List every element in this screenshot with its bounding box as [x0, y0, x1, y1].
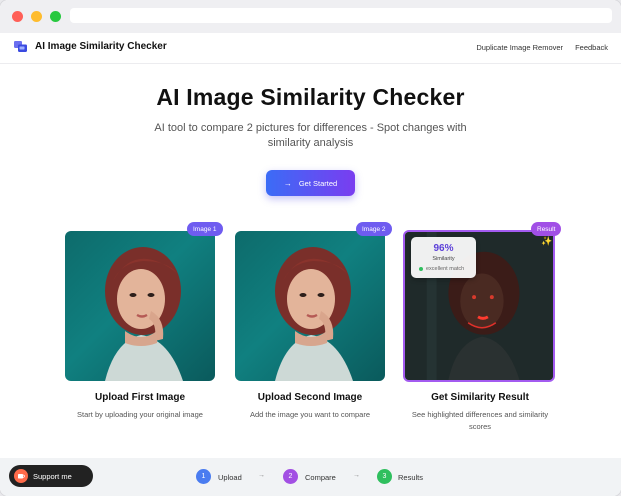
top-nav: AI Image Similarity Checker Duplicate Im… [0, 33, 621, 64]
image-1-badge: Image 1 [187, 222, 223, 236]
address-bar[interactable] [70, 8, 612, 23]
match-status-label: excellent match [426, 266, 465, 272]
card-title-result: Get Similarity Result [431, 392, 529, 403]
support-me-label: Support me [33, 471, 72, 481]
step-2-label: Compare [305, 473, 336, 482]
similarity-label: Similarity [432, 256, 455, 262]
maximize-window-button[interactable] [50, 11, 61, 22]
browser-window: AI Image Similarity Checker Duplicate Im… [0, 0, 621, 496]
arrow-right-icon: → [283, 178, 292, 188]
card-desc-first: Start by uploading your original image [77, 410, 203, 419]
page-subtitle: AI tool to compare 2 pictures for differ… [154, 122, 467, 149]
arrow-right-icon: → [353, 472, 360, 479]
arrow-right-icon: → [258, 472, 265, 479]
upload-first-image-card[interactable] [65, 231, 215, 381]
get-started-button[interactable]: → Get Started [266, 170, 355, 196]
nav-links: Duplicate Image Remover Feedback [476, 43, 608, 52]
minimize-window-button[interactable] [31, 11, 42, 22]
step-2-number: 2 [283, 469, 298, 484]
nav-link-feedback[interactable]: Feedback [575, 43, 608, 52]
portrait-image [275, 247, 353, 381]
green-dot-icon [419, 267, 423, 271]
card-title-first: Upload First Image [94, 392, 185, 403]
browser-chrome [0, 0, 621, 33]
similarity-percent: 96% [433, 243, 454, 254]
page-title: AI Image Similarity Checker [156, 84, 465, 110]
close-window-button[interactable] [12, 11, 23, 22]
get-started-label: Get Started [298, 178, 338, 188]
brand-name: AI Image Similarity Checker [35, 41, 167, 52]
second-image-preview [235, 231, 385, 381]
hero: AI Image Similarity Checker AI tool to c… [0, 84, 621, 151]
step-3-number: 3 [377, 469, 392, 484]
portrait-image [105, 247, 183, 381]
result-badge: Result [531, 222, 562, 236]
compare-images-icon [14, 41, 27, 52]
step-3-label: Results [398, 473, 424, 482]
upload-second-image-card[interactable] [235, 231, 385, 381]
card-desc-second: Add the image you want to compare [249, 410, 371, 419]
support-me-button[interactable]: Support me [9, 465, 93, 487]
brand[interactable]: AI Image Similarity Checker [14, 41, 167, 52]
image-2-badge: Image 2 [356, 222, 392, 236]
coffee-cup-icon [14, 469, 28, 483]
sparkle-icon: ✨ [541, 236, 553, 246]
step-1-number: 1 [196, 469, 211, 484]
match-status: excellent match [419, 266, 464, 272]
card-title-second: Upload Second Image [257, 392, 363, 403]
first-image-preview [65, 231, 215, 381]
card-desc-result: See highlighted differences and similari… [411, 410, 549, 431]
nav-link-duplicate-image-remover[interactable]: Duplicate Image Remover [476, 43, 563, 52]
similarity-score-popup: 96% Similarity excellent match [411, 237, 476, 278]
step-1-label: Upload [218, 473, 242, 482]
